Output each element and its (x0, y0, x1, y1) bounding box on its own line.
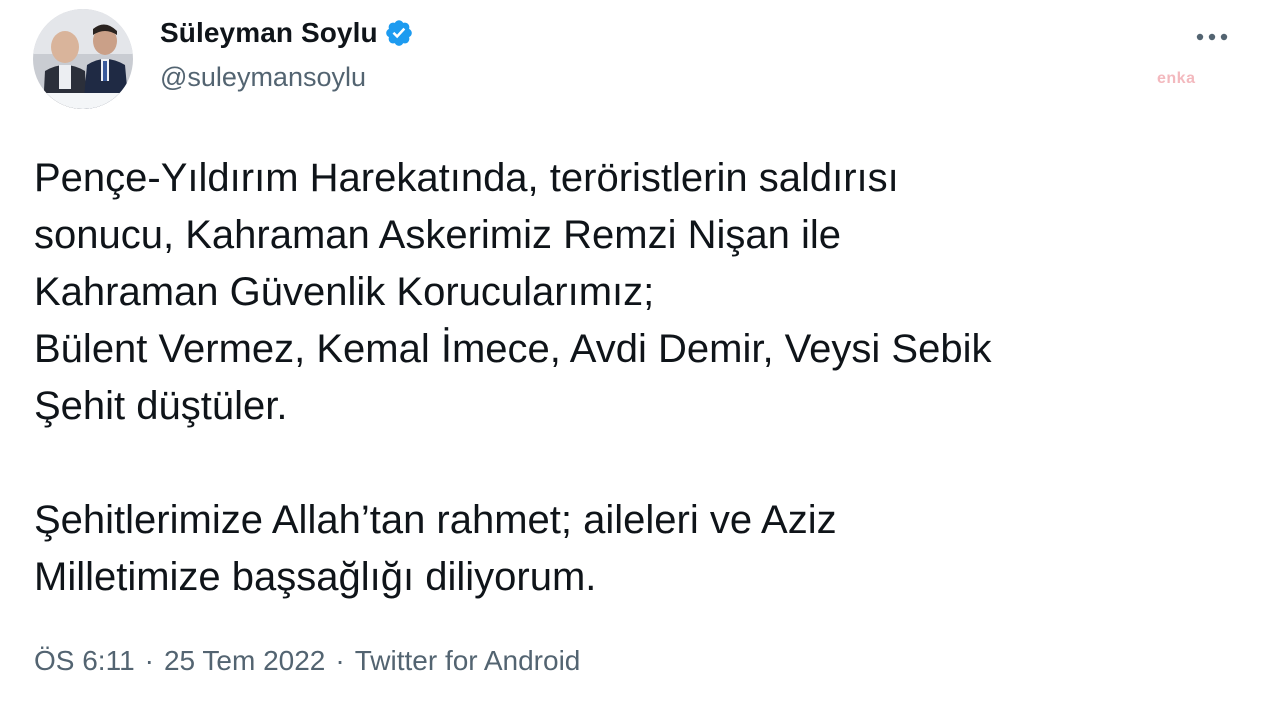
avatar[interactable] (33, 9, 133, 109)
watermark-logo: enka (1157, 70, 1196, 87)
meta-separator: · (144, 645, 154, 676)
user-handle[interactable]: @suleymansoylu (160, 62, 366, 93)
tweet-card: Süleyman Soylu @suleymansoylu enka Pençe… (0, 0, 1280, 720)
tweet-line: Bülent Vermez, Kemal İmece, Avdi Demir, … (34, 327, 992, 371)
tweet-time[interactable]: ÖS 6:11 (34, 645, 135, 677)
tweet-line: sonucu, Kahraman Askerimiz Remzi Nişan i… (34, 213, 841, 257)
meta-separator: · (335, 645, 345, 676)
name-row: Süleyman Soylu (160, 17, 414, 49)
display-name[interactable]: Süleyman Soylu (160, 17, 378, 49)
tweet-text: Pençe-Yıldırım Harekatında, teröristleri… (34, 150, 1234, 606)
tweet-line: Pençe-Yıldırım Harekatında, teröristleri… (34, 156, 899, 200)
tweet-line: Milletimize başsağlığı diliyorum. (34, 555, 597, 599)
tweet-date[interactable]: 25 Tem 2022 (164, 645, 325, 677)
tweet-line: Kahraman Güvenlik Korucularımız; (34, 270, 655, 314)
profile-photo-icon (33, 9, 133, 109)
more-options-icon[interactable] (1192, 25, 1232, 49)
tweet-meta: ÖS 6:11 · 25 Tem 2022 · Twitter for Andr… (34, 645, 580, 677)
verified-badge-icon (384, 18, 414, 48)
tweet-source-link[interactable]: Twitter for Android (355, 645, 581, 677)
tweet-line: Şehitlerimize Allah’tan rahmet; aileleri… (34, 498, 837, 542)
tweet-line: Şehit düştüler. (34, 384, 288, 428)
